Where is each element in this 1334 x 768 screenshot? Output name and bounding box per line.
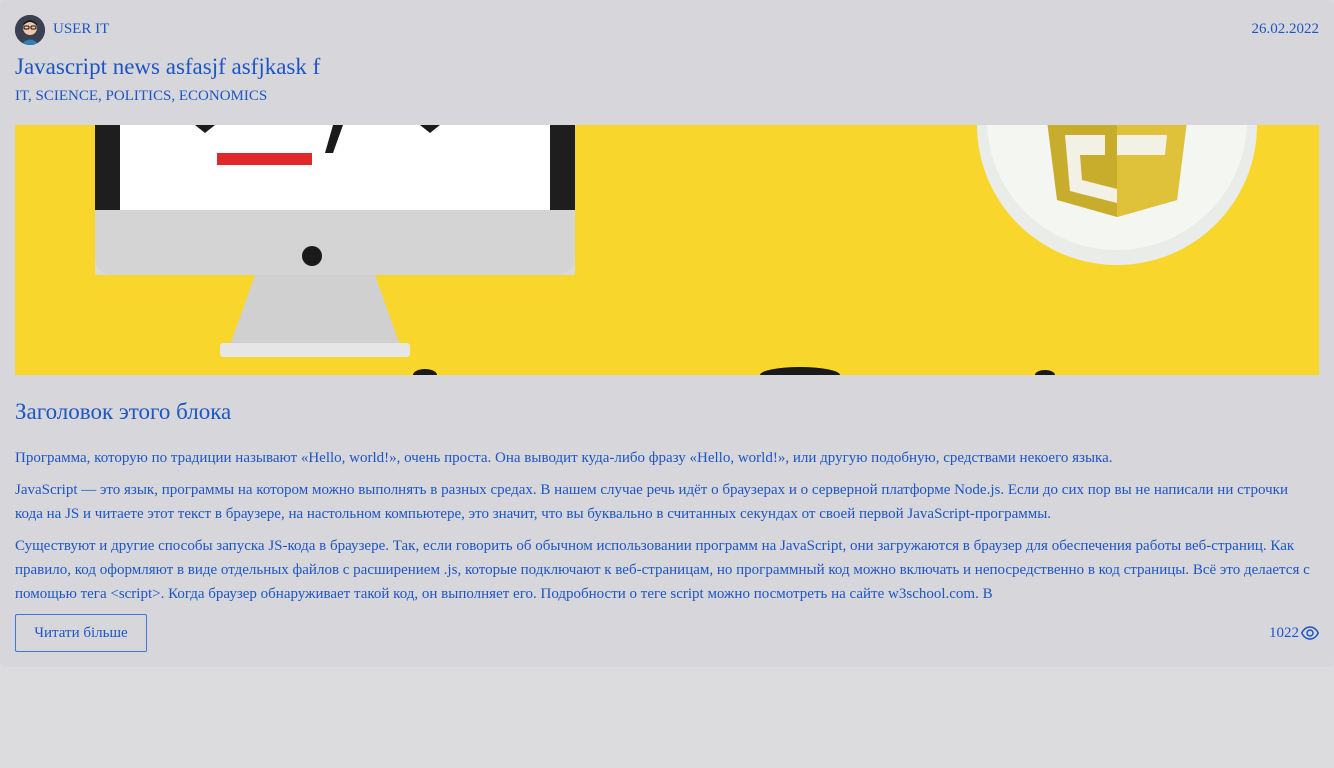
post-title[interactable]: Javascript news asfasjf asfjkask f xyxy=(15,54,320,80)
paragraph-3: Существуют и другие способы запуска JS-к… xyxy=(15,538,1310,601)
post-hero-image xyxy=(15,125,1319,375)
post-body: Программа, которую по традиции называют … xyxy=(15,446,1319,601)
eye-icon xyxy=(1301,626,1319,640)
block-title: Заголовок этого блока xyxy=(15,399,232,424)
avatar-image xyxy=(15,15,45,45)
paragraph-1: Программа, которую по традиции называют … xyxy=(15,450,1113,466)
paragraph-2: JavaScript — это язык, программы на кото… xyxy=(15,482,1288,522)
author-name-link[interactable]: USER IT xyxy=(53,21,109,38)
view-count: 1022 xyxy=(1269,624,1299,641)
computer-monitor-javascript-illustration xyxy=(15,125,1319,375)
post-card: USER IT 26.02.2022 Javascript news asfas… xyxy=(0,0,1334,667)
read-more-button[interactable]: Читати більше xyxy=(15,614,147,652)
post-header: USER IT 26.02.2022 xyxy=(15,15,1319,45)
view-counter: 1022 xyxy=(1269,624,1319,642)
post-date: 26.02.2022 xyxy=(1251,21,1320,37)
author-avatar[interactable] xyxy=(15,15,45,45)
post-tags: IT, SCIENCE, POLITICS, ECONOMICS xyxy=(15,88,268,104)
